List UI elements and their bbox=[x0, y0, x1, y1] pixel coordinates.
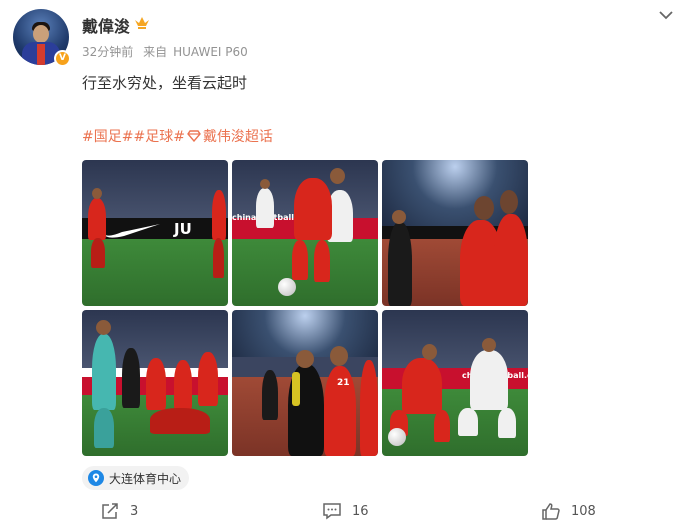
photo-1[interactable]: JU bbox=[82, 160, 228, 306]
swoosh-logo bbox=[104, 224, 160, 238]
comment-icon bbox=[323, 503, 341, 520]
tag-guozu[interactable]: #国足# bbox=[82, 129, 133, 145]
source-device: HUAWEI P60 bbox=[173, 45, 248, 59]
like-button[interactable]: 108 bbox=[541, 502, 596, 520]
post-time[interactable]: 32分钟前 bbox=[82, 45, 133, 59]
source-prefix: 来自 bbox=[143, 45, 168, 59]
jersey-number: 21 bbox=[337, 378, 350, 388]
location-pin-icon bbox=[88, 470, 104, 486]
post-content: 行至水穷处，坐看云起时 bbox=[82, 74, 248, 92]
comment-count: 16 bbox=[352, 503, 369, 519]
share-count: 3 bbox=[130, 503, 139, 519]
image-grid: JU china football.com 21 tball. bbox=[82, 160, 528, 456]
board-text-1: JU bbox=[174, 220, 192, 238]
location-chip[interactable]: 大连体育中心 bbox=[82, 466, 190, 490]
like-count: 108 bbox=[571, 503, 596, 519]
photo-5[interactable]: 21 bbox=[232, 310, 378, 456]
photo-6[interactable]: china football.com bbox=[382, 310, 528, 456]
photo-3[interactable] bbox=[382, 160, 528, 306]
tag-football[interactable]: #足球# bbox=[133, 129, 184, 145]
action-bar: 3 16 108 bbox=[0, 502, 691, 526]
thumbs-up-icon bbox=[542, 503, 560, 520]
share-button[interactable]: 3 bbox=[100, 502, 138, 520]
photo-4[interactable] bbox=[82, 310, 228, 456]
share-icon bbox=[102, 503, 118, 519]
verified-badge: V bbox=[54, 50, 71, 67]
username[interactable]: 戴偉浚 bbox=[82, 13, 130, 37]
post-tags: #国足##足球# 戴伟浚超话 bbox=[82, 126, 273, 146]
location-label: 大连体育中心 bbox=[109, 471, 182, 486]
photo-2[interactable]: china football.com bbox=[232, 160, 378, 306]
tag-super-topic[interactable]: 戴伟浚超话 bbox=[203, 129, 273, 145]
comment-button[interactable]: 16 bbox=[322, 502, 369, 520]
post-meta: 32分钟前 来自 HUAWEI P60 bbox=[82, 43, 254, 60]
crown-icon bbox=[135, 17, 149, 29]
chevron-down-icon[interactable] bbox=[657, 6, 675, 24]
diamond-icon bbox=[187, 130, 201, 142]
